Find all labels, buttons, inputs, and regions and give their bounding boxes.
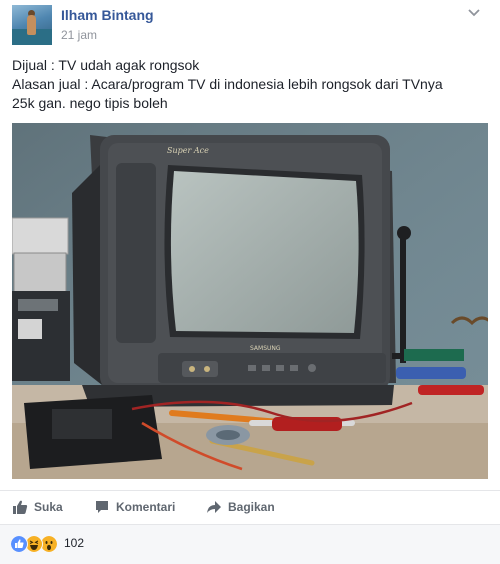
comment-icon: [96, 501, 108, 513]
post-header: Ilham Bintang 21 jam: [12, 5, 482, 45]
post-text-line: Alasan jual : Acara/program TV di indone…: [12, 76, 443, 92]
share-label: Bagikan: [228, 500, 275, 514]
post-text-line: 25k gan. nego tipis boleh: [12, 95, 168, 111]
thumbs-up-icon: [13, 500, 28, 514]
author-name[interactable]: Ilham Bintang: [61, 7, 154, 23]
comment-button[interactable]: Komentari: [94, 499, 175, 515]
comment-label: Komentari: [116, 500, 176, 514]
brand-script-text: Super Ace: [167, 146, 209, 155]
chevron-down-icon[interactable]: [466, 5, 482, 21]
facebook-post: Ilham Bintang 21 jam Dijual : TV udah ag…: [0, 0, 500, 564]
post-photo[interactable]: Super Ace SAMSUNG: [12, 123, 488, 479]
avatar[interactable]: [12, 5, 52, 45]
like-label: Suka: [34, 500, 63, 514]
reaction-count[interactable]: 102: [64, 536, 84, 550]
post-text: Dijual : TV udah agak rongsok Alasan jua…: [12, 56, 482, 113]
like-reaction-icon: [10, 535, 28, 553]
reaction-icons[interactable]: [10, 535, 58, 553]
share-button[interactable]: Bagikan: [206, 499, 275, 515]
like-button[interactable]: Suka: [12, 499, 63, 515]
post-timestamp[interactable]: 21 jam: [61, 28, 97, 42]
post-actions: Suka Komentari Bagikan: [0, 490, 500, 523]
share-arrow-icon: [207, 501, 221, 513]
reactions-bar: 102: [0, 524, 500, 564]
post-text-line: Dijual : TV udah agak rongsok: [12, 57, 200, 73]
tv-logo-text: SAMSUNG: [250, 345, 281, 352]
